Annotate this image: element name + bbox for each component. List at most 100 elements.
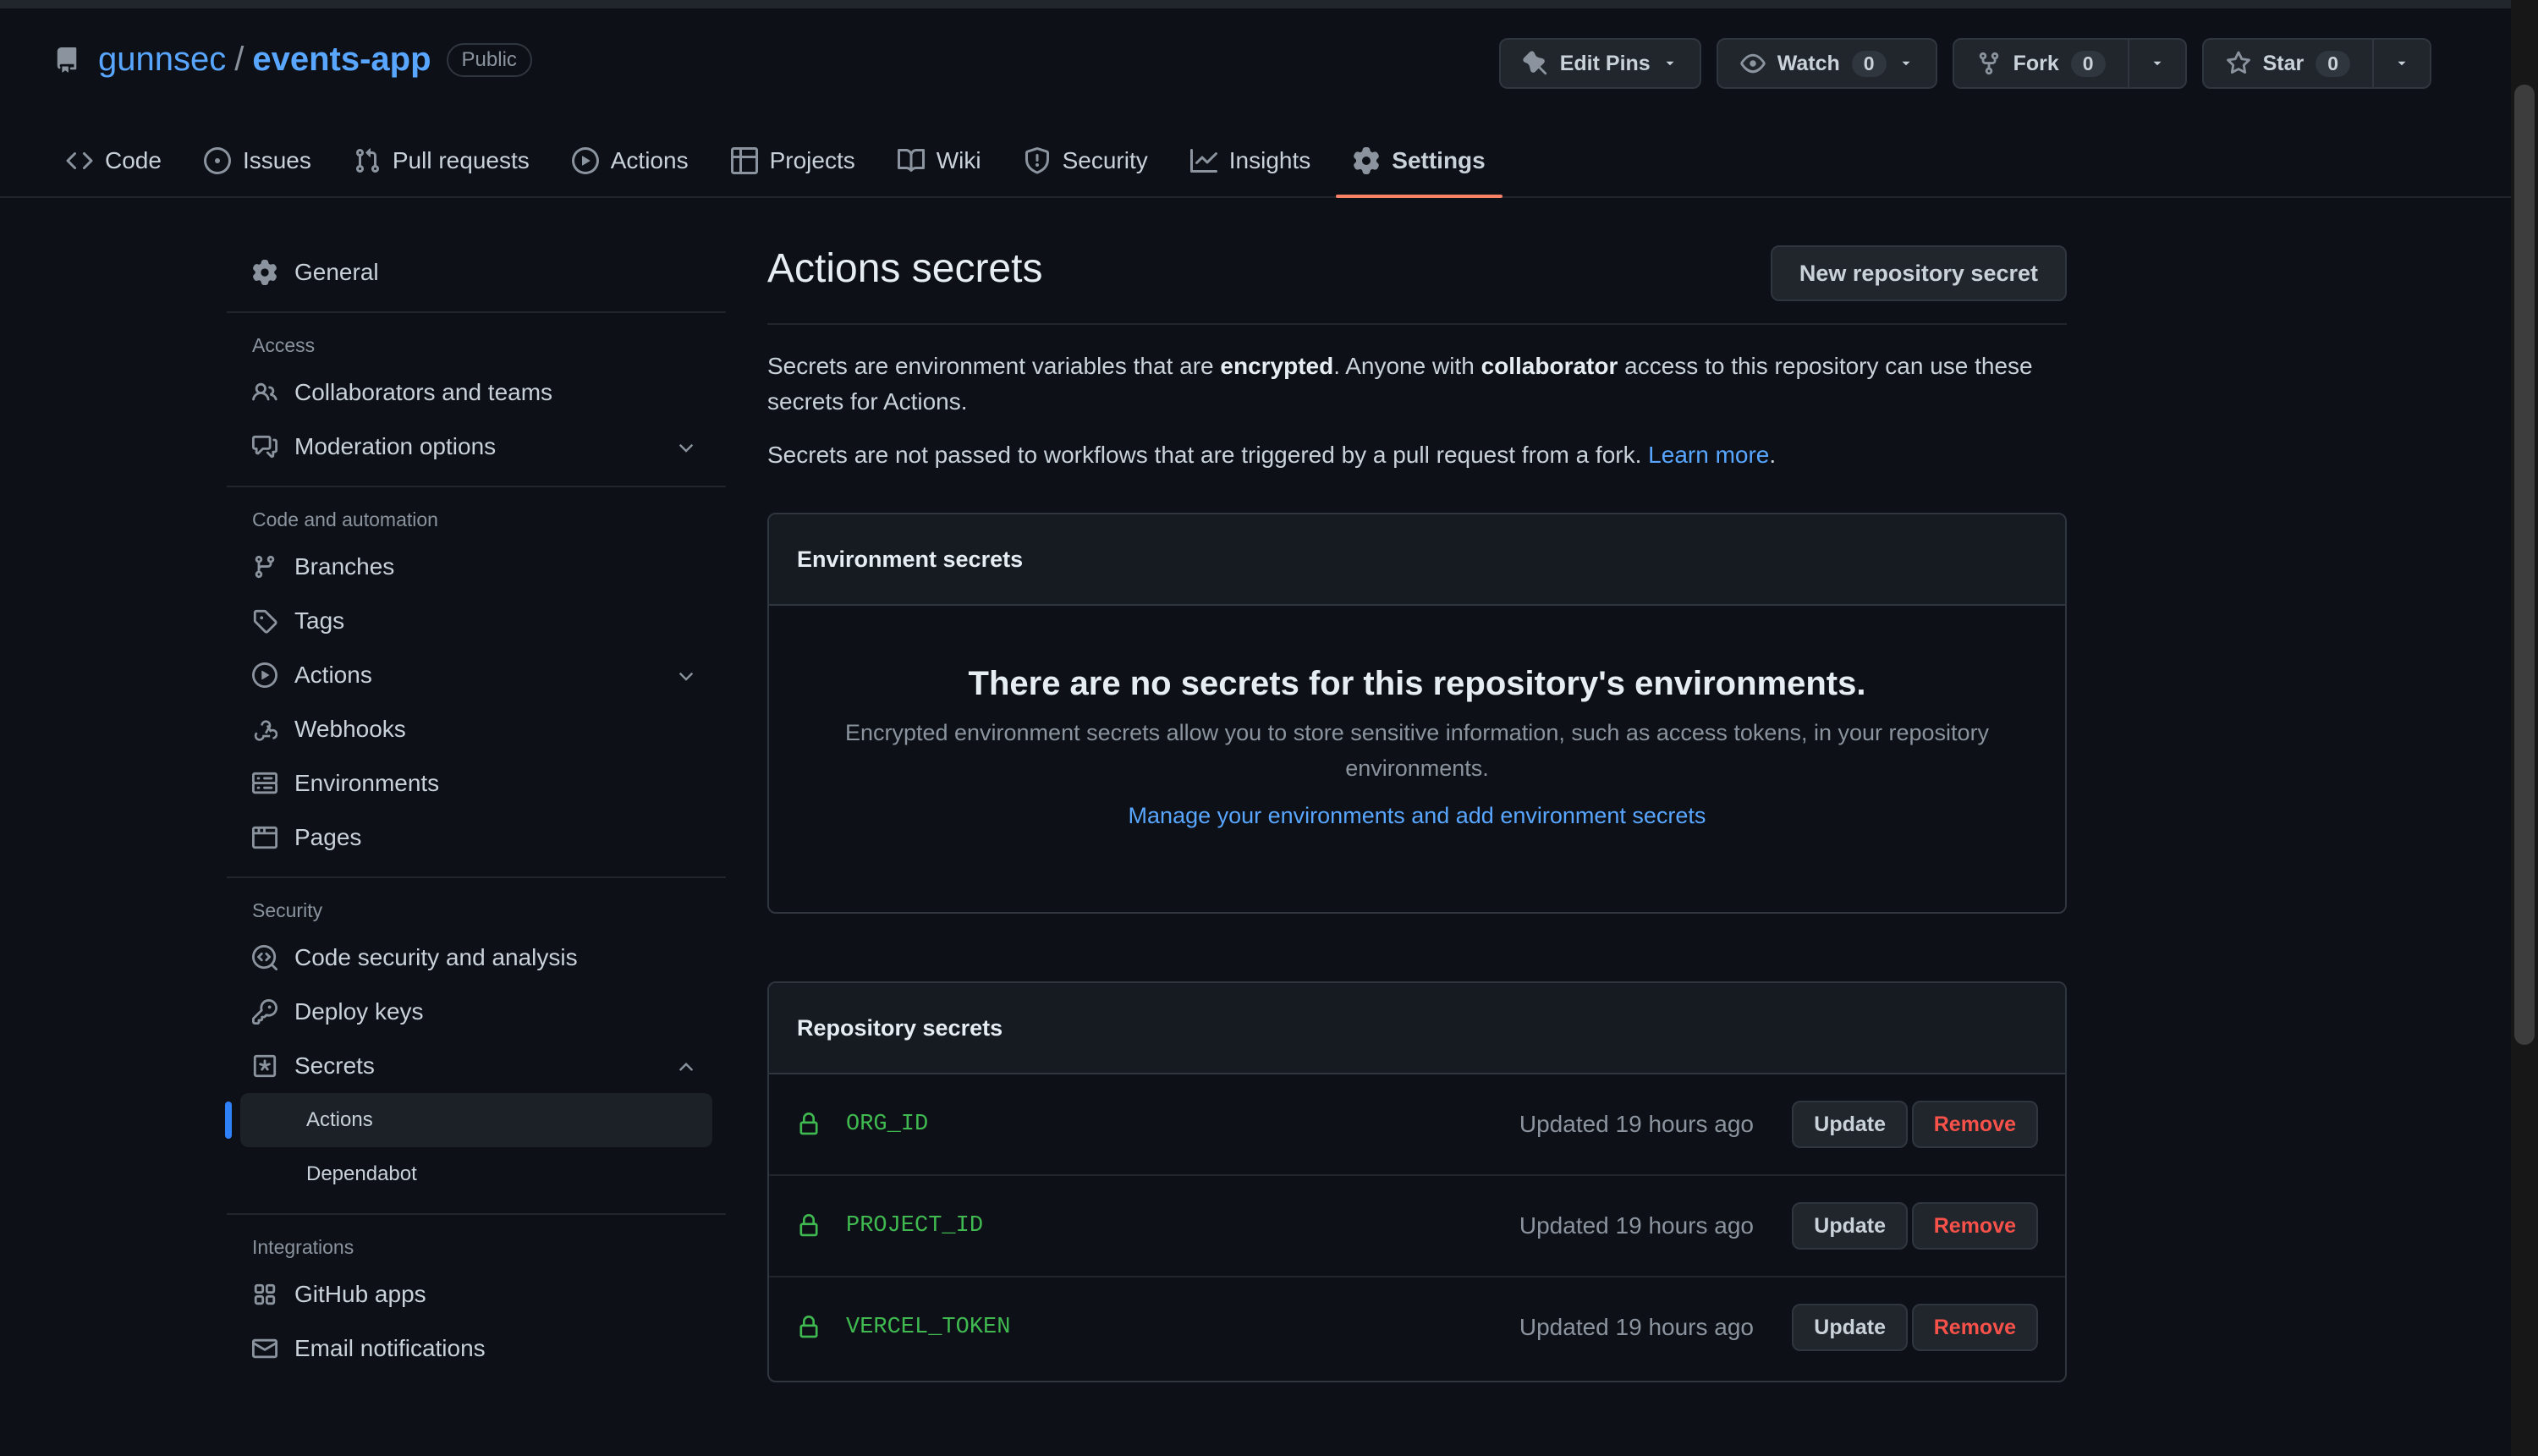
server-icon (252, 771, 281, 796)
repo-title: gunnsec / events-app Public (54, 41, 532, 79)
sidebar-item-tags[interactable]: Tags (227, 594, 726, 648)
issue-icon (203, 147, 231, 174)
sidebar-item-label: Secrets (294, 1052, 375, 1079)
lock-icon (797, 1314, 821, 1341)
sidebar-item-general[interactable]: General (227, 245, 726, 299)
tab-wiki[interactable]: Wiki (897, 127, 981, 196)
star-count: 0 (2316, 50, 2350, 77)
sidebar-item-label: Email notifications (294, 1335, 486, 1361)
visibility-badge: Public (446, 42, 532, 77)
tab-code[interactable]: Code (66, 127, 162, 196)
watch-count: 0 (1851, 50, 1887, 77)
chevron-down-icon (1662, 56, 1678, 71)
sidebar-item-pages[interactable]: Pages (227, 810, 726, 865)
tab-actions-label: Actions (610, 147, 689, 173)
repo-name-link[interactable]: events-app (252, 41, 431, 79)
table-icon (730, 147, 758, 174)
sidebar-item-label: Webhooks (294, 716, 406, 742)
sidebar-item-secrets-dependabot[interactable]: Dependabot (240, 1147, 712, 1201)
sidebar-divider (227, 486, 726, 487)
repository-secrets-box: Repository secrets ORG_ID Updated 19 hou… (767, 981, 2067, 1382)
remove-secret-button[interactable]: Remove (1911, 1304, 2038, 1351)
sidebar-item-code-security[interactable]: Code security and analysis (227, 931, 726, 985)
manage-environments-link[interactable]: Manage your environments and add environ… (1129, 803, 1706, 829)
repo-header: gunnsec / events-app Public Edit Pins Wa… (0, 8, 2511, 198)
desc-emphasis: encrypted (1220, 353, 1334, 379)
sidebar-item-label: Pages (294, 824, 362, 850)
tab-insights-label: Insights (1228, 147, 1311, 173)
branch-icon (252, 554, 281, 580)
sidebar-heading-security: Security (252, 898, 323, 921)
sidebar-item-environments[interactable]: Environments (227, 756, 726, 810)
update-secret-button[interactable]: Update (1792, 1101, 1908, 1148)
sidebar-item-label: GitHub apps (294, 1281, 426, 1307)
sidebar-item-label: Moderation options (294, 433, 497, 459)
book-icon (897, 147, 925, 174)
update-secret-button[interactable]: Update (1792, 1304, 1908, 1351)
tab-issues[interactable]: Issues (203, 127, 311, 196)
star-dropdown[interactable] (2372, 40, 2430, 87)
sidebar-item-webhooks[interactable]: Webhooks (227, 702, 726, 756)
sidebar-item-actions[interactable]: Actions (227, 648, 726, 702)
tab-code-label: Code (105, 147, 162, 173)
repo-owner-link[interactable]: gunnsec (98, 41, 226, 79)
chevron-up-icon (675, 1056, 697, 1078)
sidebar-divider (227, 1213, 726, 1215)
watch-main[interactable]: Watch 0 (1718, 40, 1936, 87)
remove-secret-button[interactable]: Remove (1911, 1202, 2038, 1250)
watch-button[interactable]: Watch 0 (1716, 38, 1937, 89)
star-button[interactable]: Star 0 (2204, 40, 2372, 87)
sidebar-item-secrets[interactable]: Secrets (227, 1039, 726, 1093)
browser-icon (252, 825, 281, 850)
chevron-down-icon (2150, 56, 2165, 71)
sidebar-item-secrets-actions[interactable]: Actions (225, 1093, 712, 1147)
fork-icon (1976, 51, 2002, 76)
sidebar-heading-integrations: Integrations (252, 1235, 354, 1258)
fork-count: 0 (2070, 50, 2106, 77)
fork-dropdown[interactable] (2127, 40, 2185, 87)
secret-name: VERCEL_TOKEN (846, 1315, 1011, 1340)
chevron-down-icon (675, 437, 697, 459)
tab-actions[interactable]: Actions (571, 127, 689, 196)
tag-icon (252, 608, 281, 634)
new-repository-secret-button[interactable]: New repository secret (1770, 245, 2067, 301)
play-icon (252, 662, 281, 688)
desc-emphasis: collaborator (1480, 353, 1618, 379)
sidebar-item-branches[interactable]: Branches (227, 540, 726, 594)
code-icon (66, 147, 93, 174)
tab-security[interactable]: Security (1024, 127, 1148, 196)
sidebar-item-label: Deploy keys (294, 998, 424, 1025)
sidebar-item-moderation[interactable]: Moderation options (227, 420, 726, 474)
fork-label: Fork (2013, 51, 2059, 75)
comment-discussion-icon (252, 434, 281, 459)
tab-pull-requests[interactable]: Pull requests (354, 127, 530, 196)
scrollbar[interactable] (2511, 0, 2538, 1456)
secret-updated-time: Updated 19 hours ago (1519, 1314, 1754, 1340)
tab-insights[interactable]: Insights (1189, 127, 1311, 196)
sidebar-item-github-apps[interactable]: GitHub apps (227, 1267, 726, 1321)
tab-issues-label: Issues (242, 147, 311, 173)
edit-pins-main[interactable]: Edit Pins (1501, 40, 1700, 87)
webhook-icon (252, 717, 281, 742)
edit-pins-button[interactable]: Edit Pins (1498, 38, 1701, 89)
secret-row: ORG_ID Updated 19 hours ago Update Remov… (769, 1074, 2065, 1176)
tab-projects[interactable]: Projects (730, 127, 855, 196)
scrollbar-thumb[interactable] (2514, 85, 2535, 1045)
mail-icon (252, 1336, 281, 1361)
sidebar-item-deploy-keys[interactable]: Deploy keys (227, 985, 726, 1039)
tab-settings[interactable]: Settings (1336, 127, 1503, 198)
star-label: Star (2262, 51, 2305, 75)
learn-more-link[interactable]: Learn more (1648, 442, 1769, 468)
sidebar-item-email-notifications[interactable]: Email notifications (227, 1321, 726, 1376)
remove-secret-button[interactable]: Remove (1911, 1101, 2038, 1148)
repository-secrets-header: Repository secrets (769, 983, 2065, 1074)
sidebar-item-label: Collaborators and teams (294, 379, 553, 405)
secret-updated-time: Updated 19 hours ago (1519, 1111, 1754, 1137)
sidebar-item-label: Actions (294, 662, 372, 688)
sidebar-item-collaborators[interactable]: Collaborators and teams (227, 365, 726, 420)
fork-note: Secrets are not passed to workflows that… (767, 437, 2067, 473)
fork-button[interactable]: Fork 0 (1954, 40, 2128, 87)
secrets-description: Secrets are environment variables that a… (767, 349, 2067, 420)
update-secret-button[interactable]: Update (1792, 1202, 1908, 1250)
sidebar-item-label: Tags (294, 607, 345, 634)
